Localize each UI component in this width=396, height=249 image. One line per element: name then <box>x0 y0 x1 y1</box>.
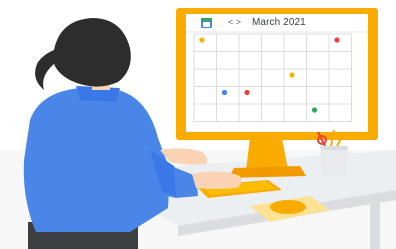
desk-leg <box>370 195 380 249</box>
mouse <box>270 200 306 214</box>
event-dot[interactable] <box>221 89 228 96</box>
month-title: March 2021 <box>252 17 306 28</box>
event-dot[interactable] <box>334 37 340 43</box>
event-dot[interactable] <box>244 89 250 96</box>
illustration-scene <box>0 0 396 249</box>
monitor-stand-neck <box>246 138 288 170</box>
month-nav-arrows[interactable]: < > <box>228 17 241 27</box>
event-dot[interactable] <box>199 37 205 43</box>
calendar-icon <box>201 18 212 28</box>
hand-right <box>192 171 242 189</box>
event-dot[interactable] <box>311 107 318 113</box>
event-dot[interactable] <box>289 72 295 78</box>
